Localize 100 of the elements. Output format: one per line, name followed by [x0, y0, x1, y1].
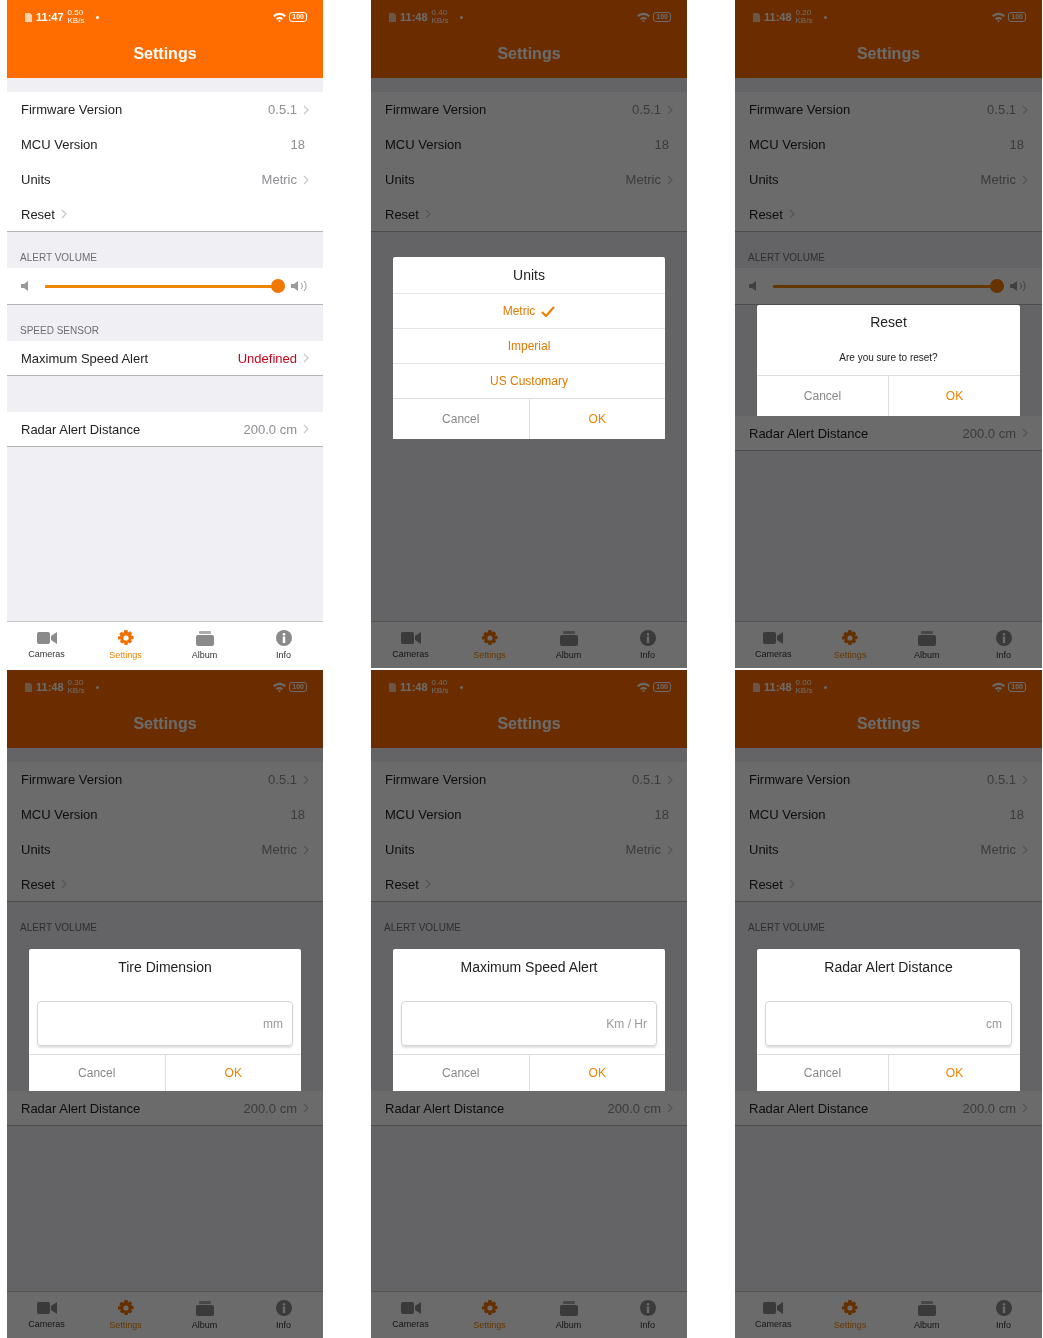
input-field[interactable]: cm: [765, 1001, 1012, 1046]
settings-row[interactable]: Reset: [735, 197, 1042, 232]
tab-item[interactable]: Album: [888, 622, 966, 668]
dialog-title: Units: [512, 266, 546, 285]
album-stack-icon: [917, 630, 936, 646]
section-header: ALERT VOLUME: [20, 252, 97, 263]
info-icon: [639, 1300, 656, 1316]
input-field[interactable]: mm: [37, 1001, 293, 1046]
gear-icon: [481, 1300, 498, 1316]
gear-icon: [117, 1300, 134, 1316]
row-value: Undefined: [237, 350, 297, 366]
gear-icon: [842, 630, 859, 646]
wifi-icon: [273, 12, 287, 22]
tab-item[interactable]: Album: [165, 622, 244, 668]
status-time: 11:48: [764, 681, 792, 693]
video-camera-icon: [36, 1301, 57, 1315]
settings-row[interactable]: Maximum Speed Alert Undefined: [7, 341, 323, 376]
tab-item[interactable]: Info: [244, 622, 323, 668]
tab-item[interactable]: Settings: [86, 622, 165, 668]
video-camera-icon: [400, 631, 421, 645]
ok-button[interactable]: OK: [888, 1055, 1020, 1091]
tab-item[interactable]: Cameras: [735, 622, 812, 668]
tab-item[interactable]: Cameras: [735, 1292, 812, 1338]
speaker-loud-icon: [291, 280, 309, 292]
gear-icon: [481, 630, 498, 646]
row-label: Reset: [749, 876, 783, 892]
row-label: Firmware Version: [749, 772, 851, 787]
row-value: 200.0 cm: [243, 421, 297, 437]
row-label: Radar Alert Distance: [21, 1100, 141, 1116]
video-camera-icon: [763, 1301, 784, 1315]
sim-card-icon: [389, 682, 396, 692]
tab-item[interactable]: Cameras: [7, 622, 86, 668]
settings-row[interactable]: Firmware Version 0.5.1: [7, 92, 323, 127]
tab-item[interactable]: Settings: [450, 1292, 529, 1338]
sim-card-icon: [753, 12, 760, 22]
settings-row[interactable]: Units Metric: [7, 162, 323, 197]
slider-thumb[interactable]: [271, 279, 285, 293]
sim-card-icon: [25, 12, 32, 22]
header-title: Settings: [132, 44, 198, 64]
network-speed: 0.20: [795, 9, 813, 17]
tab-item[interactable]: Info: [965, 622, 1042, 668]
option-item[interactable]: Imperial: [393, 328, 665, 363]
option-item[interactable]: US Customary: [393, 363, 665, 398]
row-label: MCU Version: [21, 137, 98, 152]
settings-row[interactable]: MCU Version 18: [7, 127, 323, 162]
speed-unit: KB/s: [431, 687, 449, 695]
tab-item[interactable]: Album: [529, 622, 608, 668]
settings-row[interactable]: Reset: [371, 197, 687, 232]
ok-button[interactable]: OK: [528, 1055, 665, 1091]
row-label: Units: [385, 842, 415, 857]
option-item[interactable]: Metric: [393, 293, 665, 328]
header-title: Settings: [496, 714, 562, 734]
slider-thumb[interactable]: [990, 279, 1004, 293]
tab-item[interactable]: Album: [165, 1292, 244, 1338]
header-title: Settings: [855, 714, 922, 734]
tab-item[interactable]: Album: [529, 1292, 608, 1338]
input-field[interactable]: Km / Hr: [401, 1001, 657, 1046]
settings-row[interactable]: Reset: [7, 197, 323, 232]
speed-unit: KB/s: [795, 687, 813, 695]
row-label: Reset: [749, 206, 783, 222]
tab-item[interactable]: Cameras: [371, 622, 450, 668]
row-label: Units: [385, 172, 415, 187]
tab-item[interactable]: Info: [244, 1292, 323, 1338]
ok-button[interactable]: OK: [164, 1055, 301, 1091]
tab-item[interactable]: Info: [965, 1292, 1042, 1338]
ok-button[interactable]: OK: [888, 376, 1020, 416]
wifi-icon: [992, 12, 1006, 22]
row-label: Radar Alert Distance: [21, 421, 141, 437]
tab-item[interactable]: Info: [608, 622, 687, 668]
status-time: 11:48: [400, 11, 428, 23]
info-icon: [995, 1300, 1012, 1316]
settings-row[interactable]: Radar Alert Distance 200.0 cm: [7, 412, 323, 447]
tab-item[interactable]: Settings: [811, 1292, 889, 1338]
status-time: 11:48: [764, 11, 792, 23]
settings-row[interactable]: Reset: [371, 867, 687, 902]
tab-item[interactable]: Settings: [86, 1292, 165, 1338]
ok-button[interactable]: OK: [528, 399, 665, 439]
network-speed: 0.30: [67, 679, 85, 687]
wifi-icon: [637, 12, 651, 22]
row-label: Radar Alert Distance: [749, 425, 869, 441]
speed-unit: KB/s: [67, 687, 85, 695]
settings-row[interactable]: Reset: [735, 867, 1042, 902]
tab-item[interactable]: Info: [608, 1292, 687, 1338]
tab-item[interactable]: Settings: [811, 622, 889, 668]
tab-item[interactable]: Album: [888, 1292, 966, 1338]
settings-row[interactable]: Reset: [7, 867, 323, 902]
notification-dot: [824, 15, 828, 19]
notification-dot: [824, 685, 828, 689]
status-time: 11:47: [36, 11, 64, 23]
row-label: MCU Version: [749, 137, 826, 152]
tab-item[interactable]: Cameras: [7, 1292, 86, 1338]
unit-label: Km / Hr: [606, 1016, 647, 1031]
row-label: Reset: [21, 206, 55, 222]
header-title: Settings: [496, 44, 562, 64]
album-stack-icon: [195, 1300, 214, 1316]
tab-item[interactable]: Settings: [450, 622, 529, 668]
tab-item[interactable]: Cameras: [371, 1292, 450, 1338]
album-stack-icon: [559, 630, 578, 646]
speaker-icon: [749, 281, 757, 291]
notification-dot: [460, 685, 464, 689]
